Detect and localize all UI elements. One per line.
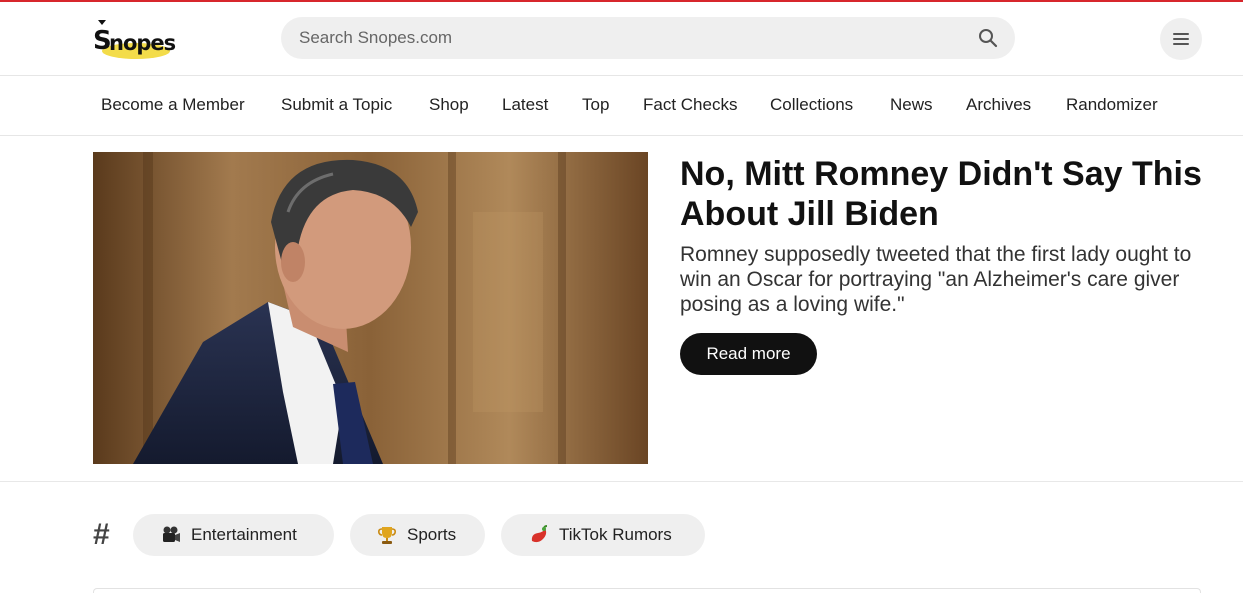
tag-sports[interactable]: Sports <box>350 514 485 556</box>
film-camera-icon <box>161 525 181 545</box>
tag-tiktok-rumors[interactable]: TikTok Rumors <box>501 514 705 556</box>
svg-text:nopes: nopes <box>109 31 176 55</box>
tiktok-hot-pepper-icon <box>529 525 549 545</box>
hero-description: Romney supposedly tweeted that the first… <box>680 243 1192 316</box>
search-input[interactable] <box>281 17 971 59</box>
snopes-logo[interactable]: S nopes <box>92 16 176 62</box>
tag-entertainment[interactable]: Entertainment <box>133 514 334 556</box>
tag-label: TikTok Rumors <box>559 525 672 544</box>
site-header: S nopes <box>0 2 1243 76</box>
nav-news[interactable]: News <box>890 95 933 115</box>
nav-become-a-member[interactable]: Become a Member <box>101 95 245 115</box>
main-nav: Become a Member Submit a Topic Shop Late… <box>0 77 1243 136</box>
read-more-button[interactable]: Read more <box>680 333 817 375</box>
hamburger-menu-icon <box>1173 33 1189 35</box>
nav-top[interactable]: Top <box>582 95 609 115</box>
section-divider <box>0 481 1243 482</box>
nav-fact-checks[interactable]: Fact Checks <box>643 95 737 115</box>
nav-collections[interactable]: Collections <box>770 95 853 115</box>
search-icon[interactable] <box>978 28 998 48</box>
hero-headline[interactable]: No, Mitt Romney Didn't Say This About Ji… <box>680 154 1220 234</box>
trophy-icon <box>377 525 397 545</box>
hamburger-menu-button[interactable] <box>1160 18 1202 60</box>
nav-submit-a-topic[interactable]: Submit a Topic <box>281 95 392 115</box>
content-card-top-edge <box>93 588 1201 593</box>
search-bar[interactable] <box>281 17 1015 59</box>
hashtag-icon: # <box>93 518 110 551</box>
nav-randomizer[interactable]: Randomizer <box>1066 95 1158 115</box>
nav-shop[interactable]: Shop <box>429 95 469 115</box>
hero-image[interactable] <box>93 152 648 464</box>
tag-label: Entertainment <box>191 525 297 544</box>
nav-archives[interactable]: Archives <box>966 95 1031 115</box>
nav-latest[interactable]: Latest <box>502 95 548 115</box>
svg-text:S: S <box>93 26 110 56</box>
tag-label: Sports <box>407 525 457 544</box>
